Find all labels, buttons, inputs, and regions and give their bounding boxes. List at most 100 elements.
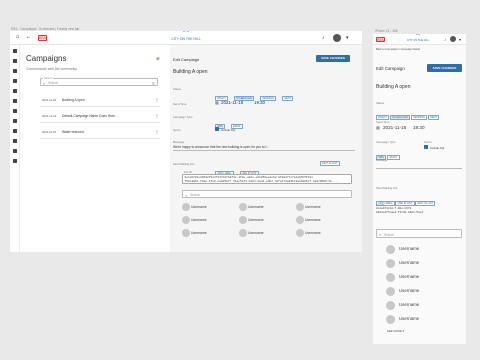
edit-in-list-button[interactable]: EDIT IN LIST — [320, 161, 340, 166]
chevron-down-icon: ▾ — [402, 329, 404, 333]
grid-nav-icon[interactable] — [13, 129, 17, 133]
more-vertical-icon[interactable]: ⋮ — [155, 97, 159, 102]
opt-in-text: Include Opt — [221, 127, 236, 132]
user-item[interactable]: Username — [376, 300, 462, 311]
campaign-list-item[interactable]: 2021-11-18 Building A open ⋮ — [40, 93, 160, 107]
user-item[interactable]: Username — [182, 203, 207, 211]
user-item[interactable]: Username — [239, 203, 264, 211]
opt-in-text: Include Opt — [430, 145, 445, 150]
opt-in-checkbox[interactable] — [424, 145, 428, 149]
more-vertical-icon[interactable]: ⋮ — [155, 113, 159, 118]
search-placeholder: Search — [190, 193, 201, 198]
settings-nav-icon[interactable] — [13, 159, 17, 163]
campaign-name-field[interactable]: Building A open — [173, 69, 207, 75]
type-chip-email[interactable]: EMAIL — [387, 155, 400, 160]
campaign-list-item[interactable]: 2021-11-19 Default Campaign Name Goes He… — [40, 109, 160, 123]
user-avatar-icon — [296, 216, 304, 224]
user-item[interactable]: Username — [182, 216, 207, 224]
user-item[interactable]: Username — [296, 216, 321, 224]
calendar-nav-icon[interactable] — [13, 89, 17, 93]
status-chip-draft[interactable]: DRAFT — [376, 115, 390, 120]
user-item[interactable]: Username — [182, 229, 207, 237]
bell-icon[interactable]: ♪ — [444, 37, 446, 42]
more-vertical-icon[interactable]: ⋮ — [155, 129, 159, 134]
see-more-label: SEE MORE — [387, 329, 402, 333]
status-chip-sent[interactable]: SENT — [428, 115, 440, 120]
user-item[interactable]: Username — [376, 314, 462, 325]
mobile-caption: iPhone 14 - 456 — [375, 29, 398, 33]
document-nav-icon[interactable] — [13, 99, 17, 103]
message-field[interactable]: We're happy to announce that the new bui… — [173, 145, 355, 151]
chevron-down-icon[interactable]: ▾ — [346, 35, 351, 41]
campaign-date: 2021-11-15 — [42, 130, 57, 134]
edit-campaign-panel: Edit Campaign SAVE CHANGES Building A op… — [170, 45, 362, 252]
chart-nav-icon[interactable] — [13, 79, 17, 83]
status-chip-sent[interactable]: SENT — [282, 96, 294, 101]
user-search-input[interactable]: ⌕ Search — [182, 190, 352, 198]
send-date-field[interactable]: 2021-11-18 — [221, 100, 243, 105]
status-chip-group: DRAFT SCHEDULED SENDING SENT — [376, 105, 466, 123]
user-search-input[interactable]: ⌕ Search — [376, 229, 462, 238]
save-changes-button[interactable]: SAVE CHANGES — [316, 55, 350, 62]
send-date-field[interactable]: 2021-11-18 — [383, 125, 406, 130]
group-nav-icon[interactable] — [13, 119, 17, 123]
user-item[interactable]: Username — [376, 244, 462, 255]
username: Username — [304, 204, 321, 209]
message-field[interactable] — [376, 163, 462, 169]
person-nav-icon[interactable] — [13, 59, 17, 63]
user-item[interactable]: Username — [239, 229, 264, 237]
app-logo[interactable]: ⌒ CITY ON THE HILL — [171, 32, 201, 44]
username: Username — [190, 230, 207, 235]
add-campaign-icon[interactable]: ⊕ — [156, 56, 160, 62]
user-avatar[interactable] — [333, 34, 341, 42]
user-item[interactable]: Username — [376, 286, 462, 297]
list-id-line: f58c49bb-f8de-4fe6-ba8d5877 51ac5b74-bd0… — [184, 179, 338, 183]
edit-in-list-button[interactable]: EDIT IN LIST — [415, 201, 436, 206]
mobile-top-bar: ESS ⌒ CITY ON THE HILL ♪ ▾ — [373, 34, 466, 45]
bell-icon[interactable]: ♪ — [322, 35, 327, 41]
see-more-link[interactable]: SEE MORE ▾ — [387, 329, 404, 333]
user-item[interactable]: Username — [239, 216, 264, 224]
campaign-search-input[interactable]: Search ⌕ Search ⚲ — [40, 77, 158, 86]
status-chip-sending[interactable]: SENDING — [411, 115, 428, 120]
mobile-frame: ESS ⌒ CITY ON THE HILL ♪ ▾ Back to Campa… — [373, 34, 466, 344]
user-avatar-icon — [296, 203, 304, 211]
filter-icon[interactable]: ⚲ — [152, 81, 155, 86]
calendar-icon[interactable]: ▦ — [376, 125, 380, 130]
list-nav-icon[interactable] — [13, 69, 17, 73]
back-arrow-icon[interactable]: ← — [25, 34, 32, 41]
campaign-name: Building A open — [62, 97, 85, 102]
campaign-nav-icon[interactable] — [13, 109, 17, 113]
opt-in-label: Opt-In — [424, 140, 432, 144]
edit-campaign-heading: Edit Campaign — [173, 57, 200, 62]
home-icon[interactable]: ⌂ — [14, 34, 21, 41]
chevron-down-icon[interactable]: ▾ — [459, 37, 461, 42]
user-item[interactable]: Username — [296, 203, 321, 211]
desktop-frame: ⌂ ← ESS ⌒ CITY ON THE HILL ♪ ▾ Campaigns… — [10, 31, 362, 252]
status-chip-scheduled[interactable]: SCHEDULED — [389, 115, 411, 120]
user-item[interactable]: Username — [376, 272, 462, 283]
campaign-name-field[interactable]: Building A open — [376, 84, 410, 90]
send-time-field[interactable]: 19:30 — [254, 100, 265, 105]
search-icon: ⌕ — [43, 80, 46, 86]
calendar-icon[interactable]: ▦ — [215, 100, 219, 105]
user-avatar[interactable] — [450, 36, 456, 42]
save-changes-button[interactable]: SAVE CHANGES — [427, 64, 462, 72]
list-id-field[interactable]: 0e1d2791e9054279a3f137d4fb9f4e-4f8e-a8de… — [182, 174, 352, 184]
send-time-field[interactable]: 19:30 — [413, 125, 425, 130]
user-item[interactable]: Username — [376, 258, 462, 269]
app-logo[interactable]: ⌒ CITY ON THE HILL — [405, 34, 431, 44]
user-item[interactable]: Username — [296, 229, 321, 237]
location-nav-icon[interactable] — [13, 139, 17, 143]
opt-in-checkbox[interactable] — [215, 127, 219, 131]
use-in-list-button[interactable]: USE IN LIST — [395, 201, 415, 206]
env-badge: ESS — [38, 35, 47, 41]
search-nav-icon[interactable] — [13, 49, 17, 53]
list-id-field[interactable]: 0e1a4f4c3d-f-60e-b678 b9d4e4f7cde4-f37dd… — [376, 207, 462, 214]
help-nav-icon[interactable] — [13, 149, 17, 153]
breadcrumb[interactable]: Back to Campaigns / Campaign Detail — [376, 48, 420, 51]
campaign-list-item[interactable]: 2021-11-15 Water restored ⋮ — [40, 125, 160, 139]
user-avatar-icon — [239, 216, 247, 224]
top-bar: ⌂ ← ESS ⌒ CITY ON THE HILL ♪ ▾ — [10, 31, 362, 45]
campaign-type-label: Campaign Type — [173, 115, 193, 119]
